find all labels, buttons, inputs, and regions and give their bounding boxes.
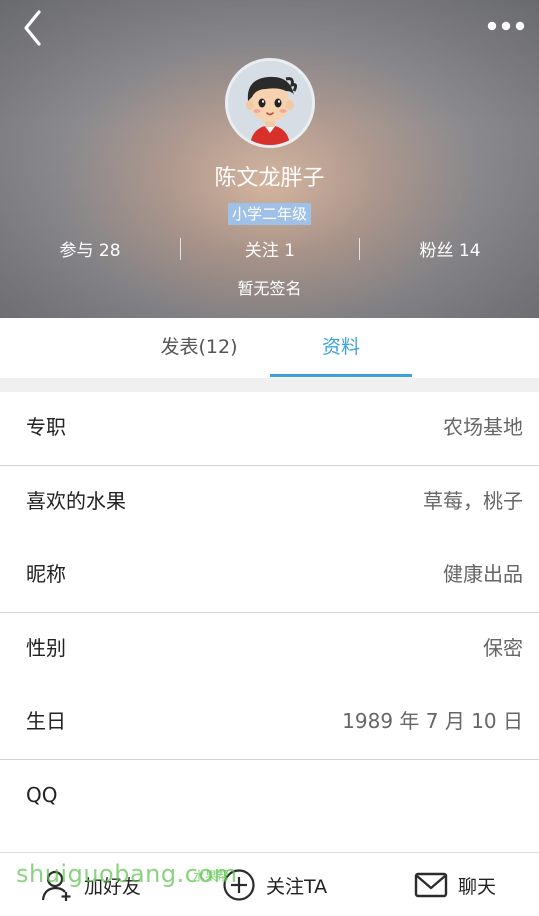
tab-profile-info[interactable]: 资料 (270, 318, 412, 378)
avatar[interactable] (225, 58, 315, 148)
add-friend-label: 加好友 (84, 875, 142, 898)
info-value: 保密 (483, 636, 523, 660)
add-friend-button[interactable]: 加好友 (40, 853, 141, 916)
add-friend-icon (41, 870, 71, 901)
follow-button[interactable]: 关注TA (222, 853, 327, 916)
grade-badge: 小学二年级 (227, 203, 311, 225)
bottom-action-bar: 加好友 关注TA 聊天 (0, 852, 539, 916)
signature: 暂无签名 (237, 279, 302, 298)
stat-fans[interactable]: 粉丝 14 (360, 236, 539, 261)
stat-following[interactable]: 关注 1 (180, 236, 360, 261)
info-row-qq: QQ (0, 760, 539, 833)
chat-label: 聊天 (458, 875, 497, 898)
info-row-birthday: 生日 1989 年 7 月 10 日 (0, 686, 539, 759)
cartoon-avatar-icon (228, 61, 312, 145)
stats-row: 参与 28 关注 1 粉丝 14 (0, 236, 539, 262)
back-arrow-icon (24, 10, 41, 46)
info-value: 农场基地 (443, 415, 523, 439)
info-label: 专职 (26, 415, 66, 439)
info-row-nickname: 昵称 健康出品 (0, 539, 539, 612)
grade-badge-container: 小学二年级 (0, 203, 539, 225)
chat-button[interactable]: 聊天 (414, 853, 496, 916)
info-label: 生日 (26, 709, 66, 733)
follow-plus-icon (223, 869, 255, 901)
info-label: 昵称 (26, 562, 66, 586)
info-value: 健康出品 (443, 562, 523, 586)
info-value: 1989 年 7 月 10 日 (342, 709, 523, 733)
info-label: QQ (26, 783, 58, 807)
info-label: 性别 (26, 636, 66, 660)
more-button[interactable] (483, 8, 529, 44)
info-row-occupation: 专职 农场基地 (0, 392, 539, 465)
more-dots-icon (487, 21, 525, 31)
username: 陈文龙胖子 (214, 166, 325, 191)
active-tab-indicator (270, 374, 412, 377)
chat-envelope-icon (414, 872, 448, 898)
info-row-favorite-fruit: 喜欢的水果 草莓，桃子 (0, 466, 539, 539)
tab-posts[interactable]: 发表(12) (128, 318, 270, 378)
stat-participate[interactable]: 参与 28 (0, 236, 180, 261)
back-button[interactable] (14, 8, 54, 48)
profile-header: 陈文龙胖子 小学二年级 参与 28 关注 1 粉丝 14 暂无签名 (0, 0, 539, 318)
info-label: 喜欢的水果 (26, 489, 126, 513)
section-gap (0, 378, 539, 392)
profile-info-list: 专职 农场基地 喜欢的水果 草莓，桃子 昵称 健康出品 性别 保密 生日 198… (0, 392, 539, 833)
info-row-gender: 性别 保密 (0, 613, 539, 686)
follow-label: 关注TA (266, 875, 328, 898)
info-value: 草莓，桃子 (423, 489, 523, 513)
profile-tabs: 发表(12) 资料 (0, 318, 539, 378)
